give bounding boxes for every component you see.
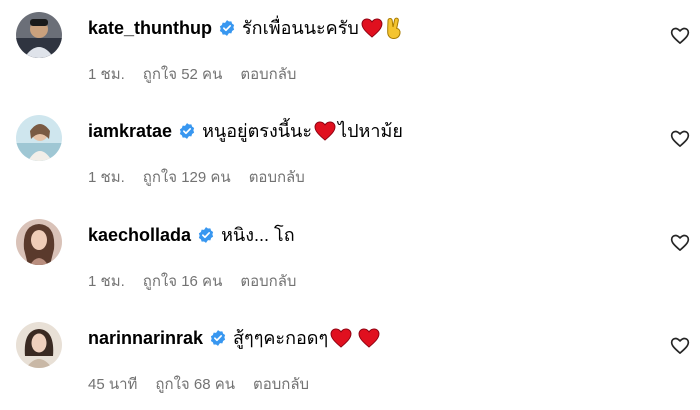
avatar[interactable] (16, 322, 62, 368)
reply-button[interactable]: ตอบกลับ (240, 269, 296, 293)
comment-time: 1 ชม. (88, 66, 125, 83)
verified-badge-icon (178, 122, 196, 140)
comment-text: สู้ๆๆคะกอดๆ (233, 328, 329, 348)
comment-text: หนิง... โถ (221, 225, 295, 245)
comment-likes[interactable]: ถูกใจ 16 คน (143, 269, 223, 293)
verified-badge-icon (197, 226, 215, 244)
reply-button[interactable]: ตอบกลับ (240, 62, 296, 86)
comment-username[interactable]: iamkratae (88, 119, 172, 143)
comment-username[interactable]: kate_thunthup (88, 16, 212, 40)
red-heart-emoji-icon (358, 328, 380, 348)
avatar[interactable] (16, 115, 62, 161)
comment-time: 1 ชม. (88, 169, 125, 186)
reply-button[interactable]: ตอบกลับ (249, 165, 305, 189)
like-heart-icon[interactable] (670, 129, 690, 149)
verified-badge-icon (218, 19, 236, 37)
like-heart-icon[interactable] (670, 336, 690, 356)
reply-button[interactable]: ตอบกลับ (253, 372, 309, 396)
comment-text: หนูอยู่ตรงนี้นะ (202, 121, 313, 141)
comments-list: kate_thunthup รักเพื่อนนะครับ 1 ชม. ถูกใ… (0, 0, 700, 407)
like-heart-icon[interactable] (670, 26, 690, 46)
comment-item: narinnarinrak สู้ๆๆคะกอดๆ 45 นาที ถูกใจ … (0, 310, 700, 410)
comment-username[interactable]: kaechollada (88, 223, 191, 247)
comment-time: 1 ชม. (88, 273, 125, 290)
comment-likes[interactable]: ถูกใจ 68 คน (155, 372, 235, 396)
comment-item: kaechollada หนิง... โถ 1 ชม. ถูกใจ 16 คน… (0, 207, 700, 307)
red-heart-emoji-icon (314, 121, 336, 141)
avatar[interactable] (16, 12, 62, 58)
comment-username[interactable]: narinnarinrak (88, 326, 203, 350)
comment-likes[interactable]: ถูกใจ 129 คน (143, 165, 231, 189)
red-heart-emoji-icon (330, 328, 352, 348)
avatar[interactable] (16, 219, 62, 265)
comment-likes[interactable]: ถูกใจ 52 คน (143, 62, 223, 86)
comment-text: รักเพื่อนนะครับ (242, 18, 359, 38)
comment-item: kate_thunthup รักเพื่อนนะครับ 1 ชม. ถูกใ… (0, 0, 700, 100)
verified-badge-icon (209, 329, 227, 347)
comment-item: iamkratae หนูอยู่ตรงนี้นะ ไปหาม้ย 1 ชม. … (0, 103, 700, 203)
comment-time: 45 นาที (88, 376, 138, 393)
red-heart-emoji-icon (361, 18, 383, 38)
like-heart-icon[interactable] (670, 233, 690, 253)
comment-text-continued: ไปหาม้ย (338, 121, 403, 141)
victory-hand-emoji-icon (385, 17, 403, 39)
